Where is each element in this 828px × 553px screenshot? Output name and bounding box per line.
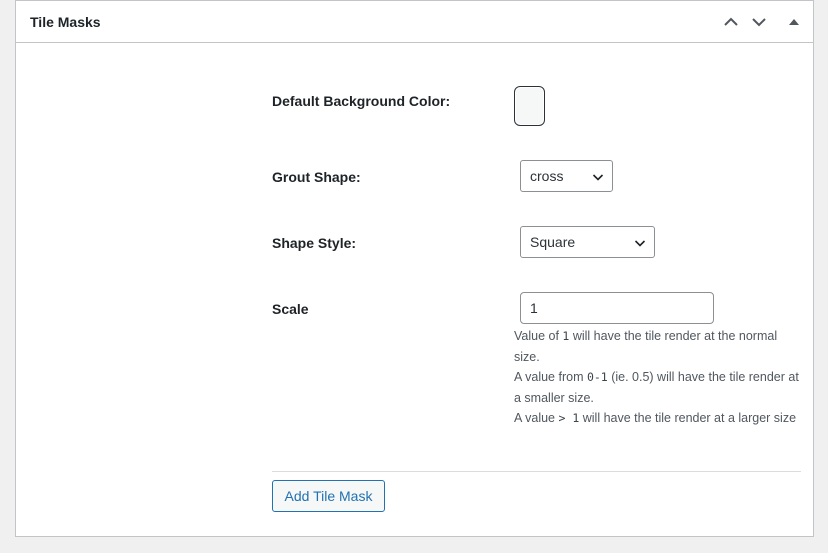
grout-shape-label: Grout Shape: bbox=[272, 169, 361, 185]
help-code: > 1 bbox=[558, 411, 580, 425]
triangle-up-icon bbox=[789, 19, 799, 25]
tile-masks-panel: Tile Masks Default Background Color: Gro… bbox=[15, 0, 814, 537]
scale-help-normal: Value of 1 will have the tile render at … bbox=[514, 326, 799, 367]
help-text: A value bbox=[514, 411, 559, 425]
section-divider bbox=[272, 471, 801, 472]
panel-header: Tile Masks bbox=[16, 1, 813, 43]
add-tile-mask-button[interactable]: Add Tile Mask bbox=[272, 480, 385, 512]
help-text: Value of bbox=[514, 329, 563, 343]
background-color-label: Default Background Color: bbox=[272, 93, 451, 109]
help-code: 0-1 bbox=[586, 370, 608, 384]
background-color-picker[interactable] bbox=[514, 86, 545, 126]
chevron-down-icon bbox=[752, 18, 766, 27]
move-down-button[interactable] bbox=[747, 10, 771, 34]
chevron-down-icon bbox=[634, 240, 646, 247]
panel-title: Tile Masks bbox=[30, 14, 101, 30]
scale-input[interactable] bbox=[520, 292, 714, 324]
toggle-panel-button[interactable] bbox=[782, 10, 806, 34]
grout-shape-value: cross bbox=[530, 168, 564, 184]
scale-description: Value of 1 will have the tile render at … bbox=[514, 326, 799, 429]
shape-style-select[interactable]: Square bbox=[520, 226, 655, 258]
help-text: will have the tile render at a larger si… bbox=[579, 411, 797, 425]
move-up-button[interactable] bbox=[719, 10, 743, 34]
scale-label: Scale bbox=[272, 301, 309, 317]
help-text: A value from bbox=[514, 370, 587, 384]
scale-help-larger: A value > 1 will have the tile render at… bbox=[514, 408, 799, 429]
chevron-down-icon bbox=[592, 174, 604, 181]
scale-help-smaller: A value from 0-1 (ie. 0.5) will have the… bbox=[514, 367, 799, 408]
grout-shape-select[interactable]: cross bbox=[520, 160, 613, 192]
chevron-up-icon bbox=[724, 17, 738, 26]
shape-style-label: Shape Style: bbox=[272, 235, 357, 251]
shape-style-value: Square bbox=[530, 234, 576, 250]
